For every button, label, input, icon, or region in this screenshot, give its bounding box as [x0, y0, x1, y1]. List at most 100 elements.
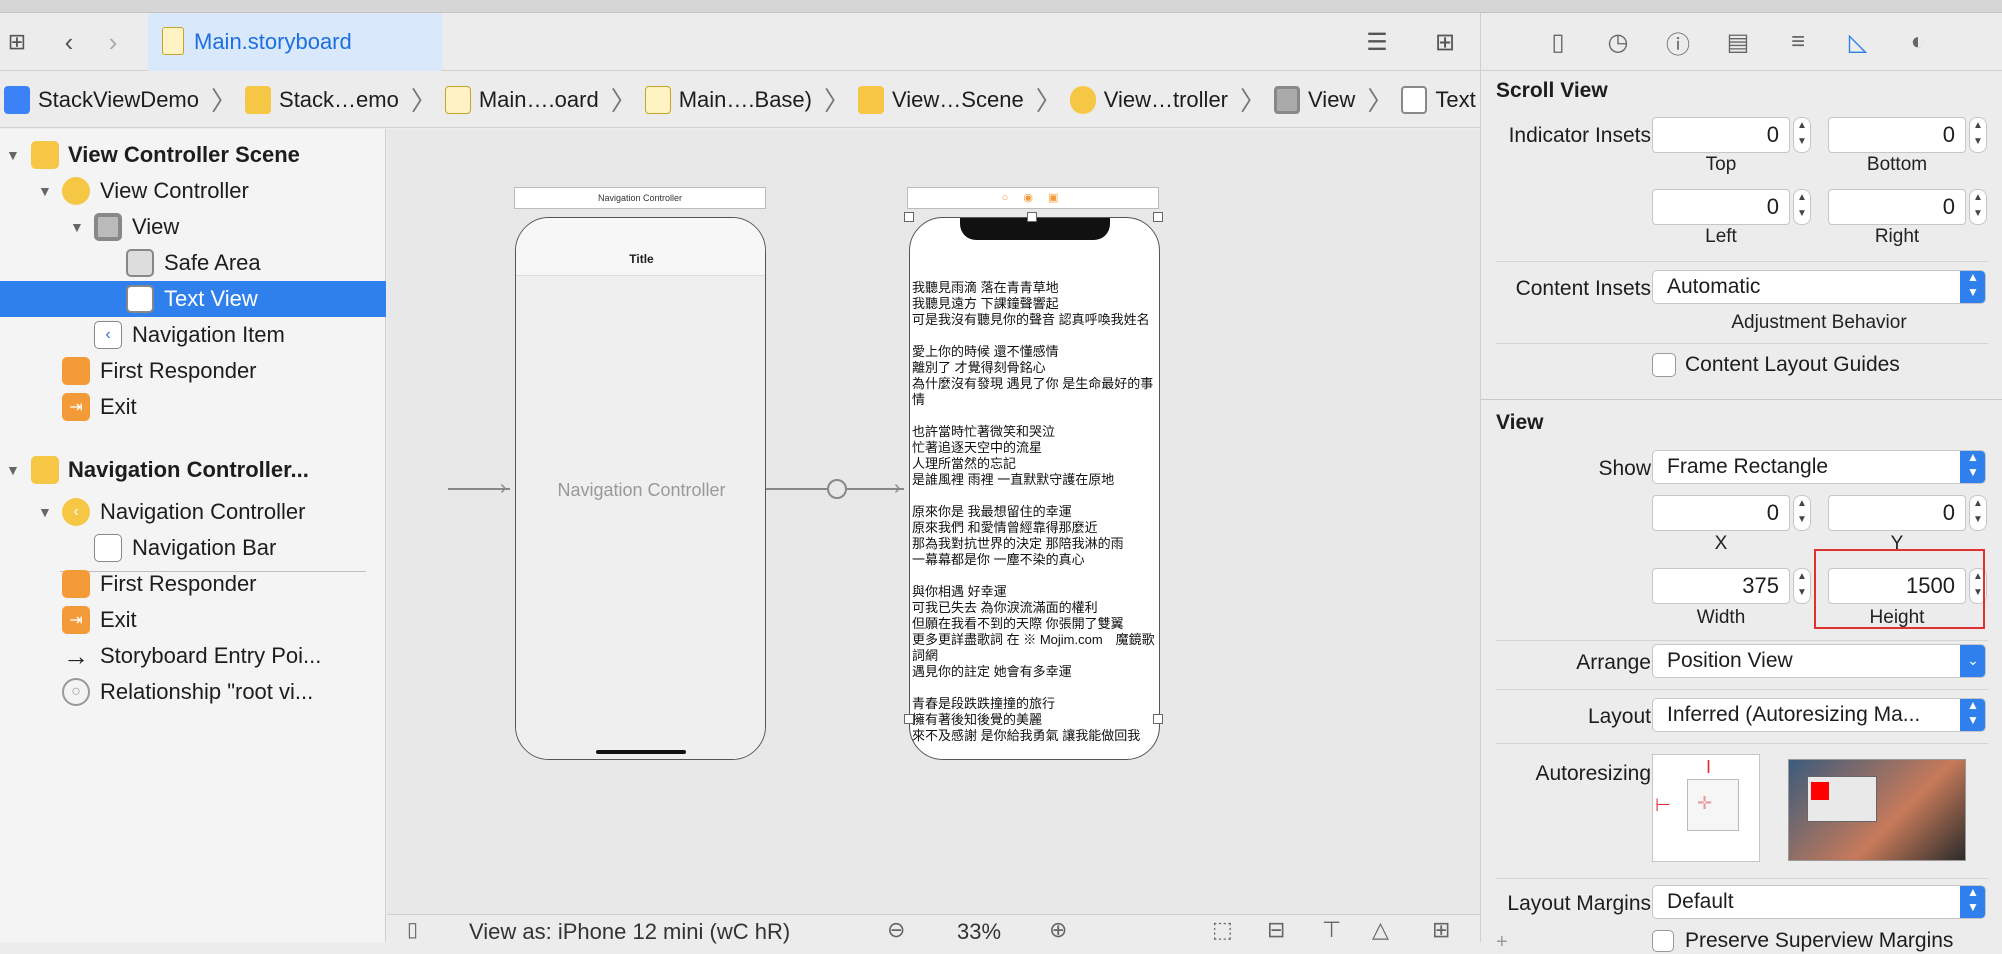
crumb-view[interactable]: View 〉 — [1270, 81, 1397, 118]
y-stepper[interactable]: ▲ ▼ — [1969, 495, 1987, 531]
crumb-label: StackViewDemo — [38, 86, 199, 112]
top-strut-icon[interactable]: I — [1706, 757, 1711, 778]
outline-row[interactable]: ▼ View Controller Scene — [0, 137, 386, 173]
editor-options-lines-icon[interactable]: ☰ — [1362, 27, 1392, 57]
outline-row[interactable]: ▼ View Controller — [0, 173, 386, 209]
identity-inspector-icon[interactable]: ▤ — [1723, 27, 1753, 57]
related-items-grid-icon[interactable]: ⊞ — [2, 27, 32, 57]
navigation-item-icon: ‹ — [94, 321, 122, 349]
add-editor-icon[interactable]: ⊞ — [1430, 27, 1460, 57]
popup-chevrons-icon: ▲ ▼ — [1960, 451, 1985, 483]
autoresizing-mask-control[interactable]: I ⊢ ✛ — [1652, 754, 1760, 862]
zoom-in-icon[interactable]: ⊕ — [1049, 917, 1067, 943]
resolve-issues-icon[interactable]: △ — [1372, 917, 1389, 943]
crumb-folder[interactable]: Stack…emo 〉 — [241, 81, 441, 118]
update-frames-icon[interactable]: ⬚ — [1212, 917, 1233, 943]
indicator-left-field[interactable]: 0 — [1652, 189, 1790, 225]
x-field[interactable]: 0 — [1652, 495, 1790, 531]
attributes-inspector-icon[interactable]: ≡ — [1783, 27, 1813, 57]
resize-handle[interactable] — [904, 212, 914, 222]
navigation-controller-phone[interactable]: Title Navigation Controller — [515, 217, 766, 760]
outline-row[interactable]: ▼ Navigation Controller... — [0, 452, 386, 488]
indicator-bottom-field[interactable]: 0 — [1828, 117, 1966, 153]
outline-row[interactable]: Navigation Bar — [0, 530, 386, 566]
crumb-controller[interactable]: View…troller 〉 — [1066, 81, 1270, 118]
indicator-left-stepper[interactable]: ▲ ▼ — [1793, 189, 1811, 225]
tab-main-storyboard[interactable]: Main.storyboard — [148, 13, 442, 71]
divider — [1496, 743, 1988, 744]
divider — [1496, 640, 1988, 641]
crumb-storyboard[interactable]: Main….oard 〉 — [441, 81, 641, 118]
disclosure-triangle-icon[interactable]: ▼ — [6, 147, 20, 163]
disclosure-triangle-icon[interactable]: ▼ — [6, 462, 20, 478]
crumb-base[interactable]: Main….Base) 〉 — [641, 81, 854, 118]
view-section-title: View — [1496, 411, 1544, 434]
inspector-tab-bar: ▯ ◷ ⓘ ▤ ≡ ◺ ◐ — [1481, 13, 2002, 71]
y-field[interactable]: 0 — [1828, 495, 1966, 531]
disclosure-triangle-icon[interactable]: ▼ — [38, 504, 52, 520]
zoom-out-icon[interactable]: ⊖ — [887, 917, 905, 943]
outline-row[interactable]: ○ Relationship "root vi... — [0, 674, 386, 710]
folder-icon — [245, 85, 272, 114]
crumb-project[interactable]: StackViewDemo 〉 — [0, 81, 241, 118]
quick-help-icon[interactable]: ⓘ — [1663, 27, 1693, 59]
resize-handle[interactable] — [1153, 212, 1163, 222]
outline-row-selected[interactable]: Text View — [0, 281, 386, 317]
resize-handle[interactable] — [904, 714, 914, 724]
navigation-controller-scene-header[interactable]: Navigation Controller — [514, 187, 766, 209]
arrange-popup[interactable]: Position View ⌄ — [1652, 644, 1986, 678]
add-constraints-icon[interactable]: ⊤ — [1322, 917, 1341, 943]
disclosure-triangle-icon[interactable]: ▼ — [70, 219, 84, 235]
indicator-right-stepper[interactable]: ▲ ▼ — [1969, 189, 1987, 225]
content-layout-guides-checkbox[interactable] — [1652, 353, 1676, 377]
align-icon[interactable]: ⊟ — [1267, 917, 1285, 943]
layout-margins-popup[interactable]: Default ▲ ▼ — [1652, 885, 1986, 919]
top-caption: Top — [1705, 154, 1737, 175]
width-stepper[interactable]: ▲ ▼ — [1793, 568, 1811, 604]
indicator-top-field[interactable]: 0 — [1652, 117, 1790, 153]
preserve-margins-checkbox[interactable] — [1652, 930, 1674, 952]
add-variation-icon[interactable]: + — [1496, 931, 1508, 954]
outline-row[interactable]: First Responder — [0, 353, 386, 389]
outline-row[interactable]: ⇥ Exit — [0, 389, 386, 425]
view-controller-scene-header[interactable]: ○ ◉ ▣ — [907, 187, 1159, 209]
back-chevron-icon[interactable]: ‹ — [54, 27, 84, 57]
show-popup[interactable]: Frame Rectangle ▲ ▼ — [1652, 450, 1986, 484]
outline-label: Navigation Controller — [100, 499, 306, 524]
embed-in-icon[interactable]: ⊞ — [1432, 917, 1450, 943]
toggle-outline-icon[interactable]: ▯ — [407, 917, 418, 942]
history-inspector-icon[interactable]: ◷ — [1603, 27, 1633, 57]
segue-icon[interactable] — [827, 479, 847, 499]
text-view-content[interactable]: 我聽見雨滴 落在青青草地 我聽見遠方 下課鐘聲響起 可是我沒有聽見你的聲音 認真… — [912, 280, 1157, 758]
disclosure-triangle-icon[interactable]: ▼ — [38, 183, 52, 199]
layout-popup[interactable]: Inferred (Autoresizing Ma... ▲ ▼ — [1652, 698, 1986, 732]
preview-red-square — [1811, 782, 1829, 800]
outline-row[interactable]: ▼ View — [0, 209, 386, 245]
width-field[interactable]: 375 — [1652, 568, 1790, 604]
resize-handle[interactable] — [1153, 714, 1163, 724]
left-strut-icon[interactable]: ⊢ — [1655, 795, 1671, 816]
crumb-text-view[interactable]: Text View — [1397, 85, 1480, 114]
forward-chevron-icon[interactable]: › — [98, 27, 128, 57]
indicator-top-stepper[interactable]: ▲ ▼ — [1793, 117, 1811, 153]
indicator-right-field[interactable]: 0 — [1828, 189, 1966, 225]
resize-handle[interactable] — [1027, 212, 1037, 222]
entry-arrowhead-icon: › — [500, 477, 507, 499]
outline-row[interactable]: First Responder — [0, 566, 386, 602]
exit-icon: ⇥ — [62, 393, 90, 421]
size-inspector-icon[interactable]: ◺ — [1843, 27, 1873, 57]
outline-label: Relationship "root vi... — [100, 679, 314, 704]
x-stepper[interactable]: ▲ ▼ — [1793, 495, 1811, 531]
outline-row[interactable]: ‹ Navigation Item — [0, 317, 386, 353]
outline-row[interactable]: → Storyboard Entry Poi... — [0, 638, 386, 674]
view-as-label[interactable]: View as: iPhone 12 mini (wC hR) — [469, 919, 790, 945]
content-insets-popup[interactable]: Automatic ▲ ▼ — [1652, 270, 1986, 304]
crumb-scene[interactable]: View…Scene 〉 — [854, 81, 1066, 118]
connections-inspector-icon[interactable]: ◐ — [1903, 27, 1933, 57]
outline-row[interactable]: ▼ ‹ Navigation Controller — [0, 494, 386, 530]
indicator-bottom-stepper[interactable]: ▲ ▼ — [1969, 117, 1987, 153]
resize-arrows-icon[interactable]: ✛ — [1697, 793, 1712, 814]
outline-row[interactable]: Safe Area — [0, 245, 386, 281]
outline-row[interactable]: ⇥ Exit — [0, 602, 386, 638]
file-inspector-icon[interactable]: ▯ — [1543, 27, 1573, 57]
